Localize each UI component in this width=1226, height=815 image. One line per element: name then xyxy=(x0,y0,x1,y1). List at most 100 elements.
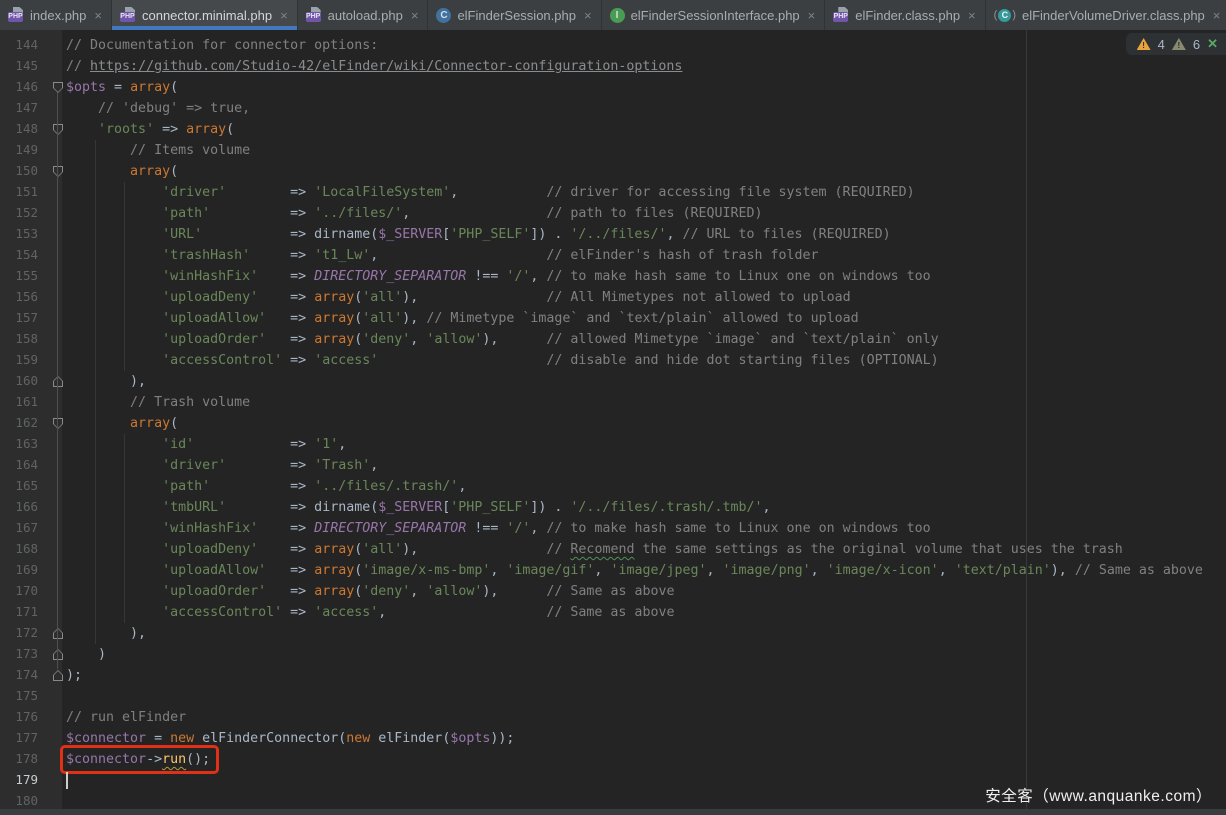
code-line[interactable]: // Trash volume xyxy=(62,392,1226,413)
code-line[interactable]: 'driver' => 'Trash', xyxy=(62,455,1226,476)
code-token: array xyxy=(314,332,354,347)
code-token: 'image/jpeg' xyxy=(610,563,706,578)
code-line[interactable]: 'trashHash' => 't1_Lw', // elFinder's ha… xyxy=(62,245,1226,266)
tab-autoload-php[interactable]: PHPautoload.php× xyxy=(298,0,429,30)
code-line[interactable]: 'path' => '../files/', // path to files … xyxy=(62,203,1226,224)
code-token: ]) . xyxy=(530,500,570,515)
code-token xyxy=(66,416,130,431)
code-line[interactable]: // Documentation for connector options: xyxy=(62,35,1226,56)
inspections-widget[interactable]: ! 4 ! 6 ✕ xyxy=(1126,33,1226,55)
code-line[interactable]: // Items volume xyxy=(62,140,1226,161)
php-file-icon: PHP xyxy=(120,7,136,23)
tab-close-icon[interactable]: × xyxy=(94,9,102,22)
line-number: 158 xyxy=(0,331,38,346)
code-line[interactable]: array( xyxy=(62,161,1226,182)
code-token: 'winHashFix' xyxy=(162,269,258,284)
code-token: 'trashHash' xyxy=(162,248,250,263)
tab-close-icon[interactable]: × xyxy=(808,9,816,22)
code-line[interactable]: 'roots' => array( xyxy=(62,119,1226,140)
fold-end-icon[interactable] xyxy=(53,670,63,681)
code-token: 'deny' xyxy=(362,332,410,347)
code-token: // xyxy=(66,59,90,74)
code-token: 'access' xyxy=(314,353,378,368)
tab-label: autoload.php xyxy=(328,8,403,23)
code-token: => xyxy=(210,206,314,221)
fold-collapse-icon[interactable] xyxy=(53,124,63,135)
code-line[interactable]: 'tmbURL' => dirname($_SERVER['PHP_SELF']… xyxy=(62,497,1226,518)
code-line[interactable]: 'path' => '../files/.trash/', xyxy=(62,476,1226,497)
code-line[interactable]: 'uploadAllow' => array('image/x-ms-bmp',… xyxy=(62,560,1226,581)
fold-collapse-icon[interactable] xyxy=(53,166,63,177)
editor-pane[interactable]: // Documentation for connector options: /… xyxy=(0,30,1226,815)
code-line[interactable] xyxy=(62,686,1226,707)
code-line[interactable]: 'accessControl' => 'access', // Same as … xyxy=(62,602,1226,623)
fold-end-icon[interactable] xyxy=(53,649,63,660)
gutter-row: 148 xyxy=(0,119,62,140)
fold-collapse-icon[interactable] xyxy=(53,418,63,429)
warning-count[interactable]: 4 xyxy=(1158,37,1165,52)
code-line[interactable]: 'driver' => 'LocalFileSystem', // driver… xyxy=(62,182,1226,203)
code-token xyxy=(378,353,546,368)
gutter-row: 154 xyxy=(0,245,62,266)
code-token: '/../files/.trash/.tmb/' xyxy=(570,500,762,515)
code-token: // Documentation for connector options: xyxy=(66,38,378,53)
code-token: 'path' xyxy=(162,479,210,494)
code-token xyxy=(66,185,162,200)
fold-end-icon[interactable] xyxy=(53,376,63,387)
tab-index-php[interactable]: PHP index.php × xyxy=(0,0,112,30)
code-line[interactable]: ); xyxy=(62,665,1226,686)
code-line[interactable]: 'winHashFix' => DIRECTORY_SEPARATOR !== … xyxy=(62,266,1226,287)
weak-warning-count[interactable]: 6 xyxy=(1193,37,1200,52)
code-token: , xyxy=(370,248,546,263)
line-number: 173 xyxy=(0,646,38,661)
code-token: 'allow' xyxy=(426,584,482,599)
fold-collapse-icon[interactable] xyxy=(53,82,63,93)
tab-connector-minimal-php[interactable]: PHPconnector.minimal.php× xyxy=(112,0,298,30)
warning-icon: ! xyxy=(1137,38,1151,50)
code-line[interactable]: 'uploadDeny' => array('all'), // All Mim… xyxy=(62,287,1226,308)
code-line[interactable]: $connector = new elFinderConnector(new e… xyxy=(62,728,1226,749)
tab-close-icon[interactable]: × xyxy=(411,9,419,22)
code-line[interactable]: array( xyxy=(62,413,1226,434)
line-number: 144 xyxy=(0,37,38,52)
code-line[interactable]: // 'debug' => true, xyxy=(62,98,1226,119)
code-line[interactable]: 'accessControl' => 'access' // disable a… xyxy=(62,350,1226,371)
tab-close-icon[interactable]: × xyxy=(280,9,288,22)
code-line[interactable]: // run elFinder xyxy=(62,707,1226,728)
tab-label: index.php xyxy=(30,8,86,23)
line-number: 167 xyxy=(0,520,38,535)
gutter-row: 152 xyxy=(0,203,62,224)
code-line[interactable]: $connector->run(); xyxy=(62,749,1226,770)
tab-elfindersessioninterface-php[interactable]: IelFinderSessionInterface.php× xyxy=(602,0,826,30)
code-line[interactable]: 'id' => '1', xyxy=(62,434,1226,455)
inspections-nav-icon[interactable]: ✕ xyxy=(1207,36,1218,52)
tab-elfindersession-php[interactable]: CelFinderSession.php× xyxy=(428,0,601,30)
code-token: => xyxy=(258,542,314,557)
gutter-row: 171 xyxy=(0,602,62,623)
code-area[interactable]: // Documentation for connector options: /… xyxy=(62,30,1226,815)
php-file-icon: PHP xyxy=(8,7,24,23)
code-line[interactable]: $opts = array( xyxy=(62,77,1226,98)
tab-close-icon[interactable]: × xyxy=(1213,9,1221,22)
fold-end-icon[interactable] xyxy=(53,628,63,639)
tab-close-icon[interactable]: × xyxy=(584,9,592,22)
code-line[interactable]: 'uploadAllow' => array('all'), // Mimety… xyxy=(62,308,1226,329)
code-line[interactable]: ) xyxy=(62,644,1226,665)
tab-elfindervolumedriver-class-php[interactable]: (C)elFinderVolumeDriver.class.php× xyxy=(986,0,1226,30)
code-line[interactable]: 'URL' => dirname($_SERVER['PHP_SELF']) .… xyxy=(62,224,1226,245)
line-number: 165 xyxy=(0,478,38,493)
tab-elfinder-class-php[interactable]: PHPelFinder.class.php× xyxy=(825,0,985,30)
code-line[interactable]: ), xyxy=(62,623,1226,644)
tab-close-icon[interactable]: × xyxy=(968,9,976,22)
code-line[interactable]: 'uploadOrder' => array('deny', 'allow'),… xyxy=(62,329,1226,350)
php-file-icon: PHP xyxy=(833,7,849,23)
code-line[interactable]: 'winHashFix' => DIRECTORY_SEPARATOR !== … xyxy=(62,518,1226,539)
code-token xyxy=(66,584,162,599)
code-line[interactable]: 'uploadOrder' => array('deny', 'allow'),… xyxy=(62,581,1226,602)
code-token: DIRECTORY_SEPARATOR xyxy=(314,269,466,284)
gutter-row: 163 xyxy=(0,434,62,455)
code-line[interactable]: // https://github.com/Studio-42/elFinder… xyxy=(62,56,1226,77)
code-line[interactable]: 'uploadDeny' => array('all'), // Recomen… xyxy=(62,539,1226,560)
code-line[interactable]: ), xyxy=(62,371,1226,392)
code-token: // Same as above xyxy=(1075,563,1203,578)
